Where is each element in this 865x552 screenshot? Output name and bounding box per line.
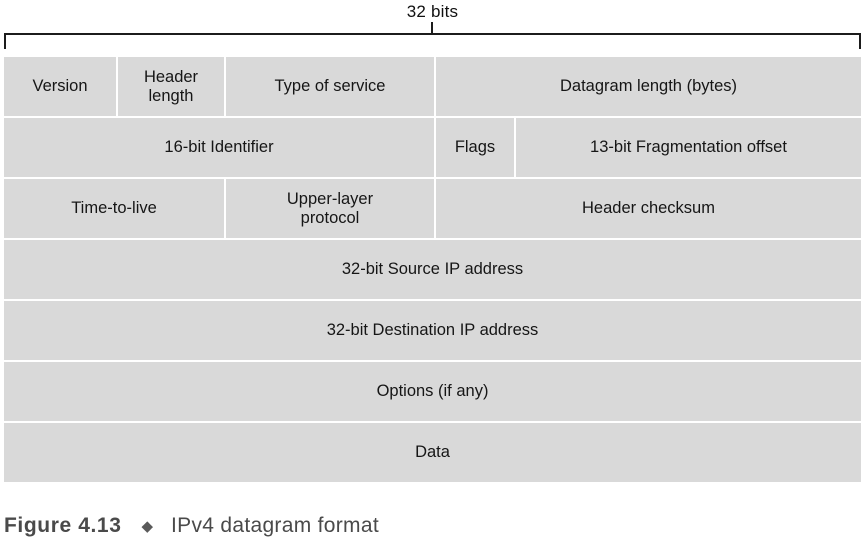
field-label: Flags xyxy=(454,138,496,156)
field-datagram-length: Datagram length (bytes) xyxy=(436,57,861,116)
figure-number: Figure 4.13 xyxy=(4,514,122,537)
field-source-ip-address: 32-bit Source IP address xyxy=(4,240,861,299)
field-label: Datagram length (bytes) xyxy=(560,77,737,95)
bracket-horizontal-line xyxy=(4,33,861,35)
bracket-left-tick xyxy=(4,33,6,49)
diamond-icon: ◆ xyxy=(141,517,154,535)
field-label: 13-bit Fragmentation offset xyxy=(590,138,787,156)
datagram-row: 16-bit Identifier Flags 13-bit Fragmenta… xyxy=(4,118,861,177)
bit-width-label: 32 bits xyxy=(406,2,459,21)
field-label: Time-to-live xyxy=(71,199,157,217)
field-label-line2: protocol xyxy=(300,208,360,227)
datagram-row: Data xyxy=(4,423,861,482)
field-label: 32-bit Source IP address xyxy=(341,260,524,278)
figure-caption: Figure 4.13 ◆ IPv4 datagram format xyxy=(4,506,861,546)
field-version: Version xyxy=(4,57,116,116)
field-options: Options (if any) xyxy=(4,362,861,421)
field-upper-layer-protocol: Upper-layer protocol xyxy=(226,179,434,238)
field-label: Data xyxy=(415,443,450,461)
datagram-row: 32-bit Destination IP address xyxy=(4,301,861,360)
field-label: 16-bit Identifier xyxy=(164,138,274,156)
field-type-of-service: Type of service xyxy=(226,57,434,116)
datagram-row: Version Header length Type of service Da… xyxy=(4,57,861,116)
datagram-row: 32-bit Source IP address xyxy=(4,240,861,299)
field-label: Options (if any) xyxy=(376,382,489,400)
field-header-checksum: Header checksum xyxy=(436,179,861,238)
figure-title: IPv4 datagram format xyxy=(171,514,379,537)
field-label: Header checksum xyxy=(582,199,715,217)
field-fragmentation-offset: 13-bit Fragmentation offset xyxy=(516,118,861,177)
field-label-line1: Upper-layer xyxy=(286,189,374,208)
field-label-line2: length xyxy=(148,86,194,105)
field-label-line1: Header xyxy=(143,67,199,86)
field-data: Data xyxy=(4,423,861,482)
field-label: Version xyxy=(32,77,88,95)
field-time-to-live: Time-to-live xyxy=(4,179,224,238)
field-label: Type of service xyxy=(274,77,386,95)
field-flags: Flags xyxy=(436,118,514,177)
ipv4-datagram-diagram: Version Header length Type of service Da… xyxy=(4,57,861,484)
datagram-row: Time-to-live Upper-layer protocol Header… xyxy=(4,179,861,238)
field-header-length: Header length xyxy=(118,57,224,116)
width-indicator: 32 bits xyxy=(4,0,861,57)
datagram-row: Options (if any) xyxy=(4,362,861,421)
field-label: 32-bit Destination IP address xyxy=(326,321,539,339)
bracket-right-tick xyxy=(859,33,861,49)
field-identifier: 16-bit Identifier xyxy=(4,118,434,177)
field-destination-ip-address: 32-bit Destination IP address xyxy=(4,301,861,360)
